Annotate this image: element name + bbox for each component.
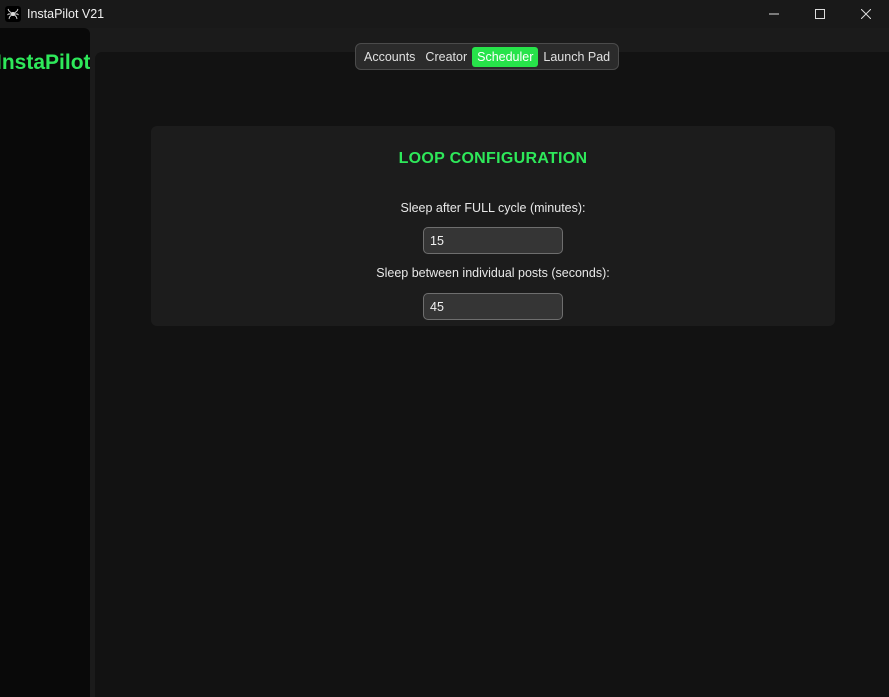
tab-launch-pad[interactable]: Launch Pad — [538, 47, 615, 67]
between-posts-seconds-input[interactable] — [423, 293, 563, 320]
window-title: InstaPilot V21 — [27, 7, 105, 21]
tab-scheduler[interactable]: Scheduler — [472, 46, 539, 67]
spider-icon — [5, 6, 21, 22]
maximize-icon[interactable] — [797, 0, 843, 28]
minimize-icon[interactable] — [751, 0, 797, 28]
sidebar: InstaPilot — [0, 28, 90, 697]
full-cycle-minutes-input[interactable] — [423, 227, 563, 254]
close-icon[interactable] — [843, 0, 889, 28]
tab-creator[interactable]: Creator — [420, 47, 472, 67]
window-controls — [751, 0, 889, 28]
loop-configuration-card: LOOP CONFIGURATION Sleep after FULL cycl… — [151, 126, 835, 326]
tab-accounts[interactable]: Accounts — [359, 47, 420, 67]
window-titlebar: InstaPilot V21 — [0, 0, 889, 28]
between-posts-label: Sleep between individual posts (seconds)… — [376, 266, 610, 280]
card-title: LOOP CONFIGURATION — [398, 150, 588, 167]
full-cycle-label: Sleep after FULL cycle (minutes): — [400, 201, 586, 215]
sidebar-app-title: InstaPilot — [0, 51, 90, 74]
tab-bar: Accounts Creator Scheduler Launch Pad — [355, 43, 620, 70]
